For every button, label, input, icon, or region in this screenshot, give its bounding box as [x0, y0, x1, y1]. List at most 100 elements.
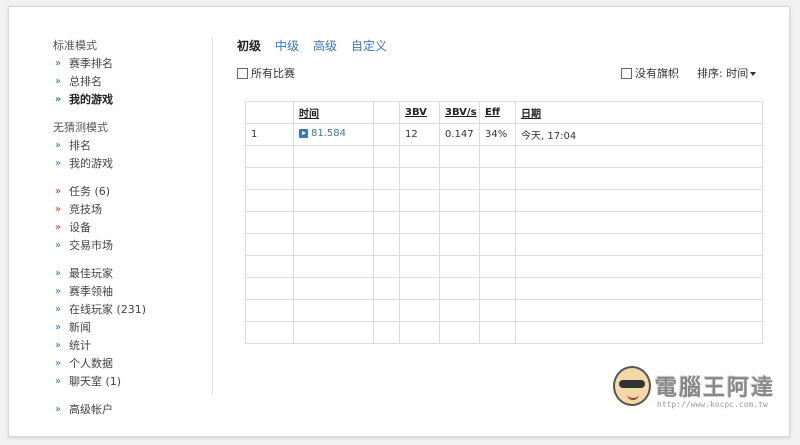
table-cell: [373, 255, 400, 278]
table-cell: [399, 211, 440, 234]
table-cell: 0.147: [439, 123, 480, 146]
table-cell: [245, 211, 294, 234]
sidebar-item-label: 在线玩家 (231): [69, 303, 147, 316]
table-cell: [373, 123, 400, 146]
column-header[interactable]: 时间: [293, 101, 374, 124]
difficulty-tab[interactable]: 高级: [313, 37, 337, 54]
sidebar-item[interactable]: » 最佳玩家: [53, 265, 213, 283]
checkbox-box: [621, 67, 632, 79]
sidebar-item-label: 统计: [69, 339, 91, 352]
chevron-right-icon: »: [55, 94, 62, 105]
table-cell: [293, 145, 374, 168]
sidebar-item[interactable]: » 聊天室 (1): [53, 373, 213, 391]
table-cell: [399, 299, 440, 322]
table-cell: [373, 167, 400, 190]
chevron-right-icon: »: [55, 340, 62, 351]
play-icon: [299, 129, 308, 138]
difficulty-tabs: 初级 中级 高级 自定义: [237, 35, 757, 55]
sidebar-item[interactable]: » 任务 (6): [53, 183, 213, 201]
sidebar-item[interactable]: » 赛季排名: [53, 55, 213, 73]
chevron-right-icon: »: [55, 140, 62, 151]
sidebar-item-label: 赛季领袖: [69, 285, 113, 298]
sidebar-item[interactable]: » 新闻: [53, 319, 213, 337]
sort-dropdown[interactable]: 排序: 时间: [697, 65, 757, 81]
sidebar-item[interactable]: » 统计: [53, 337, 213, 355]
column-header[interactable]: 日期: [515, 101, 763, 124]
table-cell: [439, 233, 480, 256]
table-row: [245, 233, 763, 256]
sidebar-item-label: 我的游戏: [69, 93, 113, 106]
all-matches-label: 所有比赛: [251, 67, 295, 80]
difficulty-tab[interactable]: 初级: [237, 37, 261, 54]
table-row: [245, 299, 763, 322]
chevron-right-icon: »: [55, 204, 62, 215]
chevron-right-icon: »: [55, 304, 62, 315]
sidebar-item[interactable]: » 竞技场: [53, 201, 213, 219]
table-cell: [399, 189, 440, 212]
table-cell: 34%: [479, 123, 516, 146]
chevron-right-icon: »: [55, 58, 62, 69]
table-cell: [439, 321, 480, 344]
table-cell: [515, 255, 763, 278]
table-cell: [399, 321, 440, 344]
sidebar-item[interactable]: » 排名: [53, 137, 213, 155]
table-cell: [293, 211, 374, 234]
sidebar-item[interactable]: » 我的游戏: [53, 155, 213, 173]
column-header[interactable]: 3BV: [399, 101, 440, 124]
table-cell: [479, 211, 516, 234]
watermark-title: 電腦王阿達: [655, 376, 776, 401]
replay-time-link[interactable]: 81.584: [299, 128, 346, 139]
difficulty-tab[interactable]: 中级: [275, 37, 299, 54]
sidebar-item[interactable]: » 个人数据: [53, 355, 213, 373]
sidebar-item[interactable]: » 高级帐户: [53, 401, 213, 419]
table-cell: [293, 233, 374, 256]
table-cell: [399, 277, 440, 300]
sidebar-item[interactable]: » 我的游戏: [53, 91, 213, 109]
sidebar-item[interactable]: » 赛季领袖: [53, 283, 213, 301]
table-cell: [373, 211, 400, 234]
column-header: [245, 101, 294, 124]
table-cell: [439, 211, 480, 234]
sidebar-item-label: 交易市场: [69, 239, 113, 252]
table-cell: [479, 299, 516, 322]
table-cell: [515, 233, 763, 256]
table-row: [245, 277, 763, 300]
chevron-right-icon: »: [55, 222, 62, 233]
table-row: [245, 211, 763, 234]
column-header[interactable]: 3BV/s: [439, 101, 480, 124]
table-cell: [373, 321, 400, 344]
table-cell: [245, 233, 294, 256]
sidebar-nav: 标准模式» 赛季排名» 总排名» 我的游戏 无猜测模式» 排名» 我的游戏» 任务 (6)» 竞…: [53, 37, 213, 419]
table-cell: [245, 255, 294, 278]
sidebar-item[interactable]: » 设备: [53, 219, 213, 237]
sidebar-item[interactable]: » 在线玩家 (231): [53, 301, 213, 319]
sidebar-item-label: 设备: [69, 221, 91, 234]
table-row: 1 81.584 12 0.147 34% 今天, 17:04: [245, 123, 763, 146]
table-cell: [439, 167, 480, 190]
sidebar-item[interactable]: » 交易市场: [53, 237, 213, 255]
table-cell: [479, 233, 516, 256]
table-cell: [373, 277, 400, 300]
sidebar-item-label: 高级帐户: [69, 403, 113, 416]
no-flags-checkbox[interactable]: 没有旗帜: [621, 65, 679, 81]
all-matches-checkbox[interactable]: 所有比赛: [237, 65, 295, 81]
sidebar-item[interactable]: » 总排名: [53, 73, 213, 91]
table-cell: [399, 255, 440, 278]
table-cell: [515, 277, 763, 300]
table-cell: [439, 189, 480, 212]
sidebar-item-label: 聊天室 (1): [69, 375, 122, 388]
table-cell: [245, 299, 294, 322]
table-cell: [399, 167, 440, 190]
chevron-right-icon: »: [55, 358, 62, 369]
column-header[interactable]: Eff: [479, 101, 516, 124]
table-cell: [373, 299, 400, 322]
sidebar-item-label: 竞技场: [69, 203, 102, 216]
table-cell: [515, 189, 763, 212]
table-cell: [399, 145, 440, 168]
table-row: [245, 189, 763, 212]
difficulty-tab[interactable]: 自定义: [351, 37, 387, 54]
table-cell: [515, 145, 763, 168]
main-content: 初级 中级 高级 自定义 所有比赛 没有旗帜 排序: 时间 时间 3BV 3BV/s Eff…: [237, 35, 763, 344]
table-cell: 1: [245, 123, 294, 146]
